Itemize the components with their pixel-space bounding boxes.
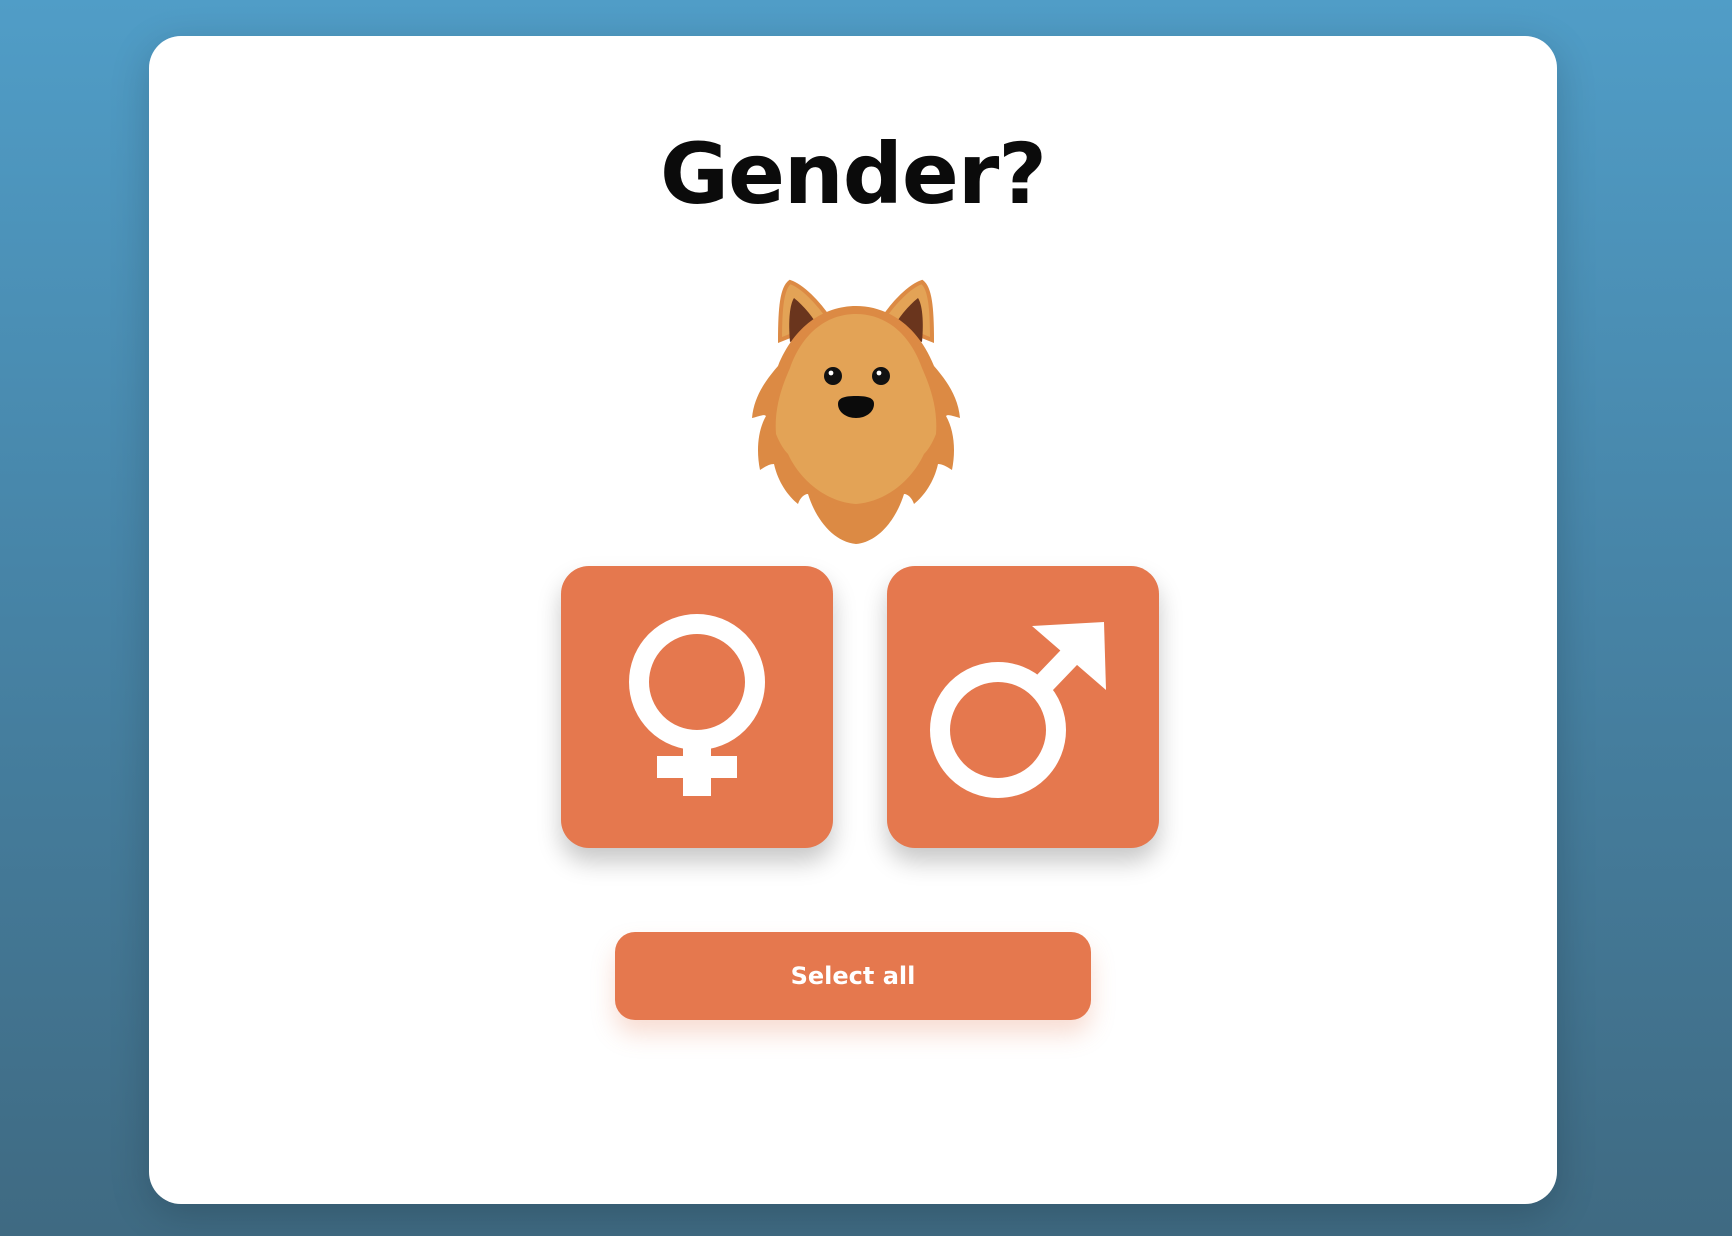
- page-title: Gender?: [660, 125, 1047, 223]
- male-option-button[interactable]: [887, 566, 1159, 848]
- female-symbol-icon: [627, 612, 767, 802]
- dog-face-icon: [744, 268, 968, 554]
- female-option-button[interactable]: [561, 566, 833, 848]
- select-all-button[interactable]: Select all: [615, 932, 1091, 1020]
- male-symbol-icon: [928, 612, 1118, 802]
- question-card: Gender? Select all: [149, 36, 1557, 1204]
